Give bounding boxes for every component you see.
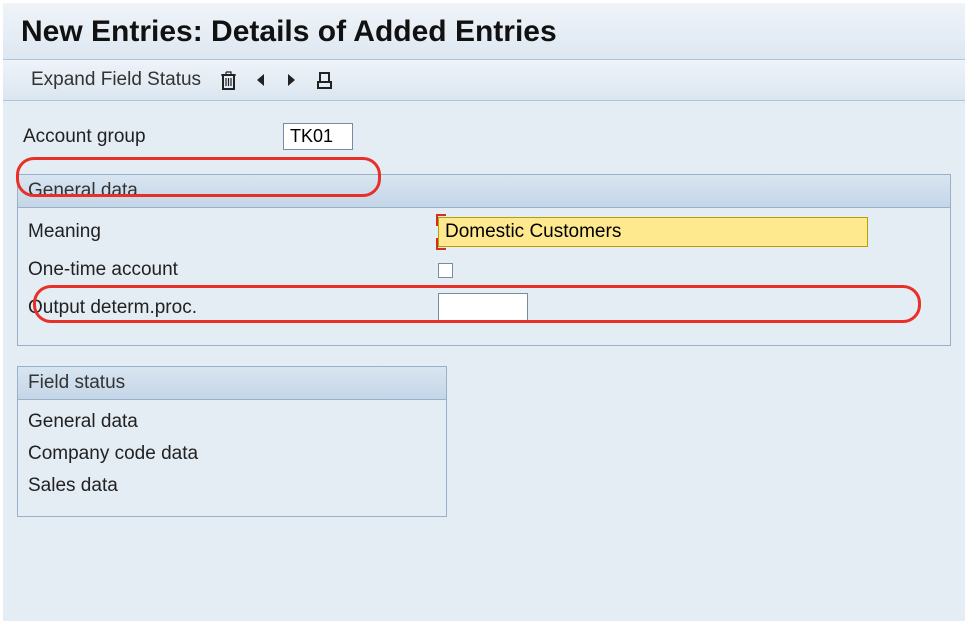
- output-determ-input[interactable]: [438, 293, 528, 322]
- meaning-row: Meaning: [28, 214, 940, 250]
- delete-icon[interactable]: [217, 69, 239, 91]
- field-status-item[interactable]: Sales data: [28, 470, 436, 502]
- meaning-input[interactable]: [438, 217, 868, 247]
- field-status-header: Field status: [18, 367, 446, 400]
- field-status-panel: Field status General data Company code d…: [17, 366, 447, 517]
- general-data-panel: General data Meaning One-time account Ou…: [17, 174, 951, 346]
- field-status-item[interactable]: General data: [28, 406, 436, 438]
- expand-field-status-button[interactable]: Expand Field Status: [25, 67, 207, 93]
- one-time-account-label: One-time account: [28, 259, 438, 281]
- meaning-label: Meaning: [28, 221, 438, 243]
- print-icon[interactable]: [313, 69, 335, 91]
- toolbar: Expand Field Status: [3, 60, 965, 101]
- general-data-header: General data: [18, 175, 950, 208]
- field-status-item[interactable]: Company code data: [28, 438, 436, 470]
- one-time-account-row: One-time account: [28, 256, 940, 284]
- account-group-input[interactable]: [283, 123, 353, 150]
- content-area: Account group General data Meaning One-t…: [3, 101, 965, 535]
- previous-icon[interactable]: [249, 69, 271, 91]
- account-group-row: Account group: [17, 119, 951, 154]
- next-icon[interactable]: [281, 69, 303, 91]
- one-time-account-checkbox[interactable]: [438, 263, 453, 278]
- title-bar: New Entries: Details of Added Entries: [3, 3, 965, 60]
- output-determ-row: Output determ.proc.: [28, 290, 940, 325]
- output-determ-label: Output determ.proc.: [28, 297, 438, 319]
- account-group-label: Account group: [23, 126, 283, 148]
- page-title: New Entries: Details of Added Entries: [21, 15, 947, 49]
